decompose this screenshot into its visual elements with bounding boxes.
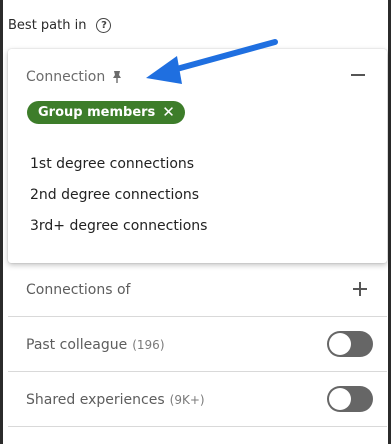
pin-icon[interactable]	[111, 70, 123, 84]
option-2nd-degree[interactable]: 2nd degree connections	[30, 180, 207, 211]
toggle-knob	[329, 333, 351, 355]
best-path-title: Best path in	[8, 18, 87, 33]
option-1st-degree[interactable]: 1st degree connections	[30, 149, 207, 180]
chip-label: Group members	[38, 105, 156, 120]
help-icon[interactable]: ?	[96, 18, 112, 33]
shared-experiences-row: Shared experiences (9K+)	[8, 373, 387, 427]
chip-close-icon[interactable]: ✕	[162, 105, 175, 120]
toggle-knob	[329, 388, 351, 410]
connections-of-row[interactable]: Connections of	[8, 263, 387, 317]
best-path-header: Best path in ?	[8, 18, 112, 33]
past-colleague-label: Past colleague	[26, 336, 128, 353]
connection-options: 1st degree connections 2nd degree connec…	[30, 149, 207, 242]
shared-experiences-label: Shared experiences	[26, 391, 165, 408]
shared-experiences-toggle[interactable]	[327, 386, 373, 412]
collapse-button[interactable]	[349, 66, 367, 84]
connection-panel: Connection Group members ✕ 1st degree co…	[8, 49, 387, 263]
connection-label: Connection	[26, 69, 106, 85]
connections-of-label: Connections of	[26, 281, 131, 298]
option-3rd-degree[interactable]: 3rd+ degree connections	[30, 211, 207, 242]
past-colleague-row: Past colleague (196)	[8, 318, 387, 372]
connection-header: Connection	[26, 69, 123, 85]
shared-experiences-count: (9K+)	[169, 392, 205, 407]
group-members-chip[interactable]: Group members ✕	[27, 101, 185, 124]
past-colleague-toggle[interactable]	[327, 331, 373, 357]
filter-panel: Best path in ? Connection Group members …	[0, 0, 391, 444]
add-connections-of-button[interactable]	[352, 281, 368, 297]
past-colleague-count: (196)	[132, 337, 165, 352]
